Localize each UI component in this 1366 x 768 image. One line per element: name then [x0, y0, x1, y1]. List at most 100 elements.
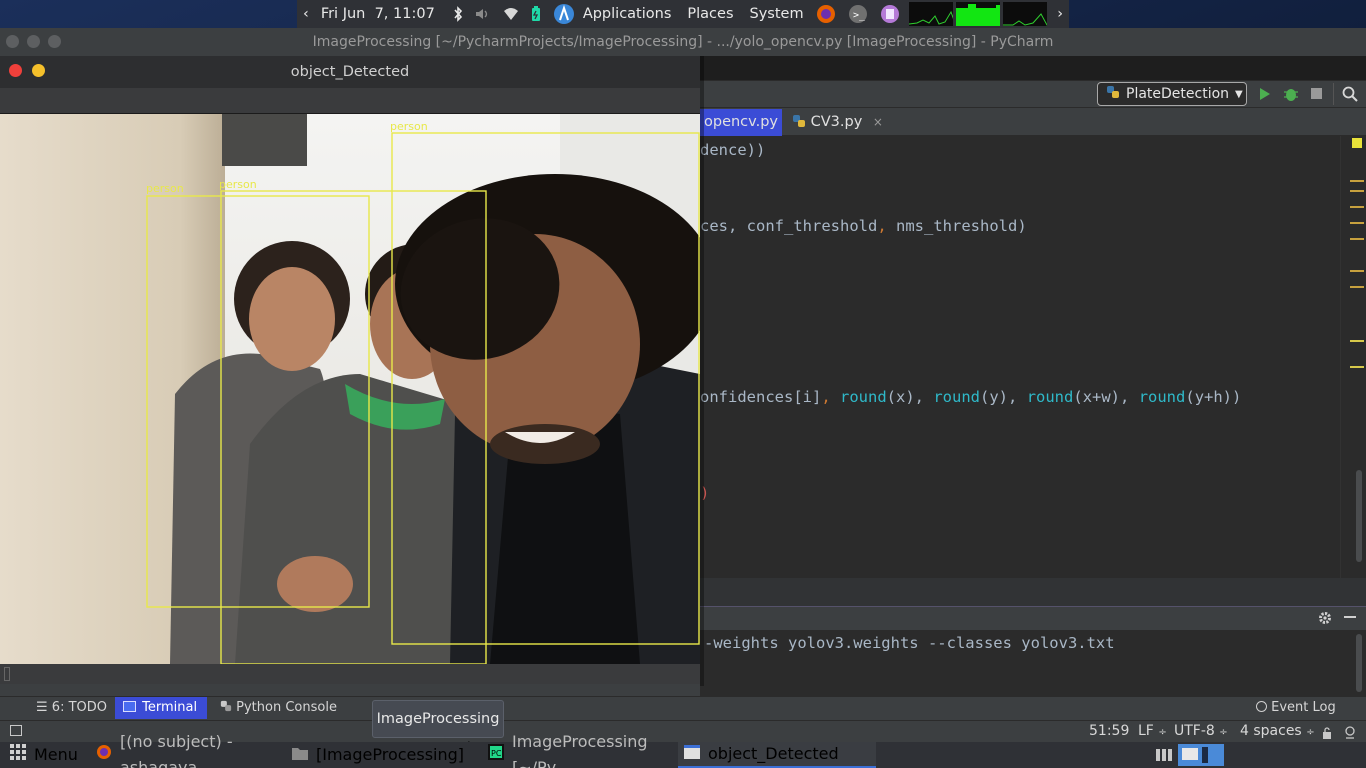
detection-image: person person person — [0, 114, 700, 664]
panel-left-arrow[interactable]: ‹ — [297, 0, 315, 28]
tab-cv3[interactable]: CV3.py × — [788, 109, 884, 136]
tab-python-console-label: Python Console — [236, 700, 337, 715]
file-encoding[interactable]: UTF-8 ÷ — [1174, 721, 1228, 743]
clock[interactable]: Fri Jun 7, 11:07 — [315, 0, 441, 28]
tab-terminal-label: Terminal — [142, 700, 198, 715]
tool-windows-icon[interactable] — [10, 725, 22, 736]
wifi-icon[interactable] — [497, 0, 525, 28]
pycharm-icon: PC — [488, 742, 504, 768]
terminal-tab-icon — [123, 701, 136, 712]
tab-label: opencv.py — [704, 114, 779, 130]
code-line: ces, conf_threshold, nms_threshold) — [700, 217, 1027, 235]
minimize-window-button[interactable] — [32, 64, 45, 77]
object-window-title-bar[interactable]: object_Detected — [0, 56, 700, 88]
svg-text:>_: >_ — [853, 10, 866, 21]
detection-label: person — [219, 178, 257, 191]
tab-event-log-label: Event Log — [1271, 700, 1336, 715]
battery-icon[interactable] — [525, 0, 547, 28]
applications-menu[interactable]: Applications — [581, 0, 678, 28]
taskbar-tooltip: ImageProcessing — [372, 700, 504, 738]
tab-event-log[interactable]: Event Log — [1248, 697, 1344, 719]
run-icon[interactable] — [1258, 86, 1272, 106]
top-panel: ‹ Fri Jun 7, 11:07 Applications Places S… — [297, 0, 1069, 28]
gutter-mark — [1350, 366, 1364, 368]
minimize-window-button[interactable] — [27, 35, 40, 48]
system-menu[interactable]: System — [740, 0, 810, 28]
editor-scroll-gutter[interactable] — [1340, 136, 1366, 578]
gear-icon[interactable] — [1318, 610, 1332, 629]
taskbar-item-folder[interactable]: [ImageProcessing] — [286, 742, 466, 768]
gutter-mark — [1350, 206, 1364, 208]
taskbar-item-label: [ImageProcessing] — [316, 745, 465, 764]
places-menu[interactable]: Places — [677, 0, 739, 28]
list-icon: ☰ — [36, 700, 48, 715]
code-line: onfidences[i], round(x), round(y), round… — [700, 388, 1242, 406]
panel-right-arrow[interactable]: › — [1051, 0, 1069, 28]
chevron-down-icon: ▼ — [1235, 88, 1243, 100]
code-line: dence)) — [700, 141, 766, 159]
taskbar-item-firefox[interactable]: [(no subject) - ashagaya... — [90, 732, 286, 768]
indent-setting[interactable]: 4 spaces ÷ — [1240, 721, 1315, 743]
inspector-icon[interactable] — [1343, 724, 1357, 743]
terminal-scrollbar-thumb[interactable] — [1356, 634, 1362, 692]
tab-terminal[interactable]: Terminal — [115, 697, 207, 719]
navigation-bar — [700, 56, 1366, 80]
workspace-switcher-icon[interactable] — [1156, 747, 1174, 767]
editor-footer — [700, 578, 1366, 606]
tab-todo[interactable]: ☰ 6: TODO — [28, 697, 115, 719]
code-editor[interactable] — [700, 136, 1340, 578]
taskbar-item-label: [(no subject) - ashagaya... — [120, 732, 233, 768]
gutter-mark — [1350, 238, 1364, 240]
tab-python-console[interactable]: Python Console — [212, 697, 345, 719]
resize-handle[interactable] — [4, 667, 10, 681]
close-tab-icon[interactable]: × — [873, 115, 883, 129]
toolbar-separator — [1333, 83, 1334, 105]
editor-scrollbar-thumb[interactable] — [1356, 470, 1362, 562]
firefox-icon[interactable] — [810, 0, 842, 28]
maximize-window-button[interactable] — [48, 35, 61, 48]
terminal-header — [700, 606, 1366, 630]
workspace-switcher[interactable] — [1178, 744, 1224, 766]
lock-icon[interactable] — [1322, 724, 1332, 743]
detection-label: person — [146, 182, 184, 195]
close-window-button[interactable] — [9, 64, 22, 77]
object-window-toolbar — [0, 88, 700, 114]
inspection-status-icon[interactable] — [1352, 138, 1362, 148]
window-icon — [684, 741, 700, 767]
taskbar-item-label: object_Detected — [708, 744, 839, 763]
memory-monitor-graph — [955, 2, 1000, 26]
hide-panel-icon[interactable] — [1344, 616, 1356, 618]
tab-yolo-opencv[interactable]: opencv.py × — [700, 109, 782, 156]
cursor-position[interactable]: 51:59 — [1089, 721, 1129, 741]
object-window-statusbar — [0, 664, 700, 684]
line-separator[interactable]: LF ÷ — [1138, 721, 1167, 743]
taskbar-item-pycharm[interactable]: PC ImageProcessing [~/Py... — [482, 732, 676, 768]
start-menu-button[interactable]: Menu — [4, 742, 78, 768]
terminal-icon[interactable]: >_ — [842, 0, 874, 28]
cpu-monitor-graph — [908, 2, 953, 26]
pycharm-title-bar[interactable]: ImageProcessing [~/PycharmProjects/Image… — [0, 28, 1366, 56]
network-monitor-graph — [1002, 2, 1048, 26]
gutter-mark — [1350, 180, 1364, 182]
object-window-title: object_Detected — [290, 64, 410, 80]
menu-label: Menu — [34, 745, 78, 764]
detection-label: person — [390, 120, 428, 133]
debug-icon[interactable] — [1283, 86, 1299, 106]
taskbar-item-object-detected[interactable]: object_Detected — [678, 742, 876, 768]
gutter-mark — [1350, 286, 1364, 288]
applications-icon[interactable] — [547, 0, 581, 28]
search-everywhere-icon[interactable] — [1342, 86, 1358, 106]
stop-icon[interactable] — [1311, 88, 1322, 99]
taskbar-item-label: ImageProcessing [~/Py... — [512, 732, 648, 768]
terminal-output: -weights yolov3.weights --classes yolov3… — [704, 634, 1115, 652]
volume-icon[interactable] — [469, 0, 497, 28]
run-configuration-select[interactable]: PlateDetection ▼ — [1097, 82, 1247, 106]
python-console-icon — [220, 700, 236, 715]
close-window-button[interactable] — [6, 35, 19, 48]
text-editor-icon[interactable] — [874, 0, 906, 28]
tab-label: CV3.py — [810, 114, 863, 130]
python-icon — [1106, 85, 1120, 103]
gutter-mark — [1350, 340, 1364, 342]
run-configuration-label: PlateDetection — [1126, 86, 1230, 102]
bluetooth-icon[interactable] — [447, 0, 469, 28]
